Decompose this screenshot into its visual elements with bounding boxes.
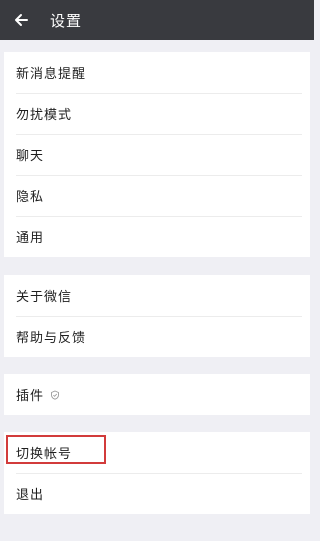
- settings-item-switch-account[interactable]: 切换帐号: [4, 432, 310, 473]
- settings-item-label: 新消息提醒: [16, 67, 87, 82]
- settings-group-account: 切换帐号 退出: [4, 432, 310, 514]
- settings-item-new-message-alerts[interactable]: 新消息提醒: [4, 52, 310, 93]
- settings-item-privacy[interactable]: 隐私: [4, 175, 310, 216]
- settings-item-label: 切换帐号: [16, 447, 73, 462]
- section-divider: [0, 415, 314, 432]
- settings-item-chat[interactable]: 聊天: [4, 134, 310, 175]
- settings-item-label: 退出: [16, 488, 45, 503]
- settings-list: 新消息提醒 勿扰模式 聊天 隐私 通用 关于微信 帮助与反馈 插件 切换帐号 退…: [0, 40, 314, 541]
- settings-item-label: 勿扰模式: [16, 108, 73, 123]
- top-bar: 设置: [0, 0, 314, 40]
- shield-icon: [50, 390, 60, 400]
- settings-item-plugins[interactable]: 插件: [4, 374, 310, 415]
- settings-group-about: 关于微信 帮助与反馈: [4, 275, 310, 357]
- settings-item-general[interactable]: 通用: [4, 216, 310, 257]
- section-divider: [0, 357, 314, 374]
- settings-item-about-wechat[interactable]: 关于微信: [4, 275, 310, 316]
- settings-group-plugins: 插件: [4, 374, 310, 415]
- section-divider: [0, 40, 314, 52]
- arrow-left-icon[interactable]: [12, 11, 30, 29]
- settings-item-label: 帮助与反馈: [16, 331, 87, 346]
- settings-item-log-out[interactable]: 退出: [4, 473, 310, 514]
- wechat-settings-screen: 设置 新消息提醒 勿扰模式 聊天 隐私 通用 关于微信 帮助与反馈 插件 切换帐…: [0, 0, 314, 541]
- settings-item-do-not-disturb[interactable]: 勿扰模式: [4, 93, 310, 134]
- settings-item-label: 通用: [16, 231, 45, 246]
- settings-group-general: 新消息提醒 勿扰模式 聊天 隐私 通用: [4, 52, 310, 257]
- settings-item-help-feedback[interactable]: 帮助与反馈: [4, 316, 310, 357]
- section-divider: [0, 257, 314, 275]
- page-title: 设置: [50, 11, 83, 30]
- settings-item-label: 插件: [16, 389, 45, 404]
- settings-item-label: 聊天: [16, 149, 45, 164]
- settings-item-label: 隐私: [16, 190, 45, 205]
- section-divider: [0, 514, 314, 534]
- settings-item-label: 关于微信: [16, 290, 73, 305]
